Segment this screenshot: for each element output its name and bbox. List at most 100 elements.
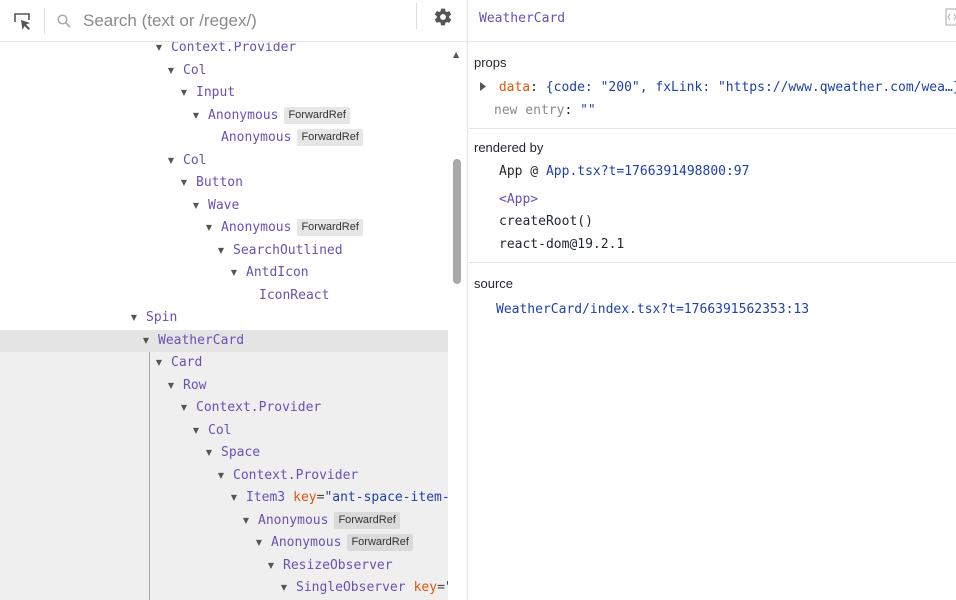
app-owner-button[interactable]: <App> [499,192,538,207]
tree-node-row[interactable]: IconReact [0,285,448,307]
element-picker-button[interactable] [0,0,44,42]
new-entry-value[interactable]: "" [580,103,596,118]
tree-node-name: SearchOutlined [233,240,343,262]
tree-node-row[interactable]: ▼ Context.Provider [0,42,448,59]
tree-scrollbar[interactable]: ▲ [448,42,466,600]
collapse-toggle-icon[interactable]: ▼ [165,150,177,172]
view-source-icon[interactable] [945,8,956,26]
tree-node-name: Input [196,82,235,104]
collapse-toggle-icon[interactable]: ▼ [140,330,152,352]
new-entry-row[interactable]: new entry: "" [494,103,596,118]
collapse-toggle-icon[interactable]: ▼ [165,60,177,82]
tree-node-row[interactable]: ▼ Button [0,172,448,194]
collapse-toggle-icon[interactable]: ▼ [153,352,165,374]
tree-node-name: Space [221,442,260,464]
component-name: Input [196,85,236,100]
settings-button[interactable] [430,5,456,29]
tree-node-row[interactable]: ▼ Card [0,352,448,374]
tree-node-row[interactable]: ▼ Col [0,150,448,172]
expand-arrow-icon[interactable] [479,82,487,91]
search-input[interactable] [83,5,403,36]
tree-node-row[interactable]: ▼ Anonymous ForwardRef [0,532,448,554]
tree-node-row[interactable]: ▼ WeatherCard [0,329,448,352]
collapse-toggle-icon[interactable]: ▼ [215,465,227,487]
prop-key: data [498,80,531,95]
tree-node-row[interactable]: ▼ Col [0,60,448,82]
hoc-badge: ForwardRef [297,219,363,236]
component-name: Anonymous [271,535,342,550]
collapse-toggle-icon[interactable]: ▼ [265,555,277,577]
tree-node-row[interactable]: ▼ Input [0,82,448,104]
settings-gear-icon [434,8,452,26]
collapse-toggle-icon[interactable]: ▼ [278,577,290,599]
key-attr-equals: = [437,580,445,595]
scrollbar-thumb[interactable] [453,159,461,284]
collapse-toggle-icon[interactable]: ▼ [240,510,252,532]
scroll-up-arrow-icon[interactable]: ▲ [453,50,459,59]
collapse-toggle-icon[interactable]: ▼ [228,487,240,509]
component-tree-panel: ▼ Context.Provider ▼ Col ▼ Input ▼ Anonymous For… [0,0,468,600]
tree-node-name: Anonymous ForwardRef [208,105,350,127]
collapse-toggle-icon[interactable]: ▼ [203,217,215,239]
tree-node-name: Wave [208,195,239,217]
tree-node-name: Col [183,150,206,172]
rendered-by-app-row: App @ App.tsx?t=1766391498800:97 [499,164,749,179]
tree-node-row[interactable]: ▼ Col [0,420,448,442]
collapse-toggle-icon[interactable]: ▼ [228,262,240,284]
tree-node-row[interactable]: ▼ Wave [0,195,448,217]
tree-node-row[interactable]: ▼ SingleObserverkey=" [0,577,448,599]
source-file-link[interactable]: WeatherCard/index.tsx?t=1766391562353:13 [496,302,809,317]
new-entry-label[interactable]: new entry [494,103,564,118]
collapse-toggle-icon[interactable]: ▼ [178,172,190,194]
tree-node-name: Context.Provider [171,42,296,59]
source-link-row: WeatherCard/index.tsx?t=1766391562353:13 [496,302,809,317]
collapse-toggle-icon[interactable]: ▼ [190,195,202,217]
tree-node-name: Button [196,172,243,194]
prop-data-row[interactable]: data: {code: "200", fxLink: "https://www… [479,80,956,95]
collapse-toggle-icon[interactable]: ▼ [178,397,190,419]
tree-node-name: SingleObserverkey=" [296,577,448,599]
collapse-toggle-icon[interactable]: ▼ [203,442,215,464]
tree-node-row[interactable]: ▼ Anonymous ForwardRef [0,510,448,532]
component-name: AntdIcon [246,265,309,280]
toolbar-divider [416,3,417,29]
component-name: Anonymous [208,107,279,123]
tree-node-row[interactable]: ▼ SearchOutlined [0,240,448,262]
component-name: Context.Provider [233,467,359,483]
collapse-toggle-icon[interactable]: ▼ [153,42,165,59]
collapse-toggle-icon[interactable]: ▼ [178,82,190,104]
tree-node-row[interactable]: ▼ ResizeObserver [0,555,448,577]
app-source-link[interactable]: App.tsx?t=1766391498800:97 [546,164,750,179]
collapse-toggle-icon[interactable]: ▼ [128,307,140,329]
tree-node-row[interactable]: ▼ Item3 key="ant-space-item-0 [0,487,448,509]
tree-node-row[interactable]: ▼ Space [0,442,448,464]
component-name: Col [208,422,232,438]
tree-node-row[interactable]: ▼ Spin [0,307,448,329]
hoc-badge: ForwardRef [284,106,350,124]
collapse-toggle-icon[interactable]: ▼ [165,375,177,397]
collapse-toggle-icon[interactable]: ▼ [253,532,265,554]
create-root-text: createRoot() [499,214,593,229]
hoc-badge: ForwardRef [347,534,413,551]
tree-node-row[interactable]: ▼ Context.Provider [0,465,448,487]
search-icon [45,13,83,28]
collapse-toggle-icon[interactable]: ▼ [215,240,227,262]
selected-component-name: WeatherCard [479,11,566,26]
collapse-toggle-icon[interactable]: ▼ [190,105,202,127]
rendered-by-section: rendered by App @ App.tsx?t=176639149880… [469,129,956,263]
source-title: source [474,276,514,291]
tree-node-name: Anonymous ForwardRef [258,510,400,532]
prop-value: {code: "200", fxLink: "https://www.qweat… [545,80,956,95]
key-attr-value: "ant-space-item-0 [324,490,448,505]
rendered-by-app-tag[interactable]: <App> [499,192,538,207]
tree-node-row[interactable]: ▼ Anonymous ForwardRef [0,105,448,127]
tree-node-row[interactable]: ▼ AntdIcon [0,262,448,284]
tree-node-row[interactable]: ▼ Row [0,375,448,397]
tree-node-row[interactable]: ▼ Anonymous ForwardRef [0,217,448,239]
component-name: IconReact [259,287,330,303]
app-prefix: App @ [499,164,546,179]
tree-node-row[interactable]: ▼ Context.Provider [0,397,448,419]
tree-node-row[interactable]: Anonymous ForwardRef [0,127,448,149]
tree-node-name: Context.Provider [196,397,321,419]
collapse-toggle-icon[interactable]: ▼ [190,420,202,442]
